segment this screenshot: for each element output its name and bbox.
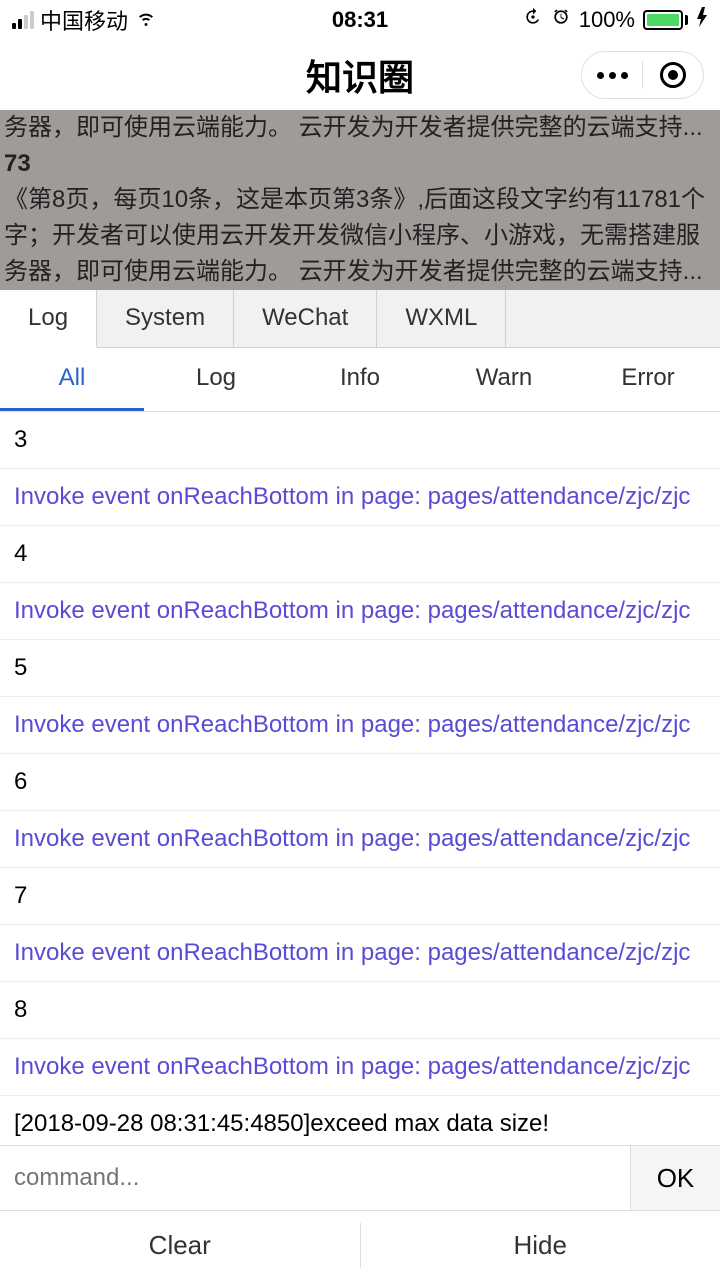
signal-icon	[12, 11, 34, 29]
bg-number: 73	[4, 146, 716, 182]
main-tabs: Log System WeChat WXML	[0, 290, 720, 348]
status-bar: 中国移动 08:31 100%	[0, 0, 720, 40]
log-row[interactable]: Invoke event onReachBottom in page: page…	[0, 811, 720, 868]
dots-icon	[597, 72, 628, 79]
bg-line: 务器，即可使用云端能力。 云开发为开发者提供完整的云端支持...	[4, 110, 716, 146]
carrier-label: 中国移动	[40, 4, 128, 36]
tab-wxml[interactable]: WXML	[377, 290, 506, 347]
charging-icon	[696, 7, 708, 33]
subtab-warn[interactable]: Warn	[432, 348, 576, 411]
log-row[interactable]: Invoke event onReachBottom in page: page…	[0, 697, 720, 754]
log-row[interactable]: 8	[0, 982, 720, 1039]
ok-button[interactable]: OK	[630, 1146, 720, 1210]
bg-line: 《第8页，每页10条，这是本页第3条》,后面这段文字约有11781个字；开发者可…	[4, 182, 716, 290]
subtab-error[interactable]: Error	[576, 348, 720, 411]
close-button[interactable]	[643, 51, 703, 99]
sub-tabs: All Log Info Warn Error	[0, 348, 720, 412]
lock-rotation-icon	[523, 7, 543, 33]
command-bar: OK	[0, 1145, 720, 1210]
background-content: 务器，即可使用云端能力。 云开发为开发者提供完整的云端支持... 73 《第8页…	[0, 110, 720, 290]
battery-icon	[643, 10, 688, 30]
command-input[interactable]	[0, 1146, 630, 1210]
log-row[interactable]: Invoke event onReachBottom in page: page…	[0, 469, 720, 526]
page-title: 知识圈	[306, 49, 414, 101]
clear-button[interactable]: Clear	[0, 1211, 360, 1280]
subtab-all[interactable]: All	[0, 348, 144, 411]
log-row[interactable]: 6	[0, 754, 720, 811]
status-time: 08:31	[332, 7, 388, 33]
battery-pct: 100%	[579, 7, 635, 33]
log-row[interactable]: 5	[0, 640, 720, 697]
target-icon	[660, 62, 686, 88]
bottom-bar: Clear Hide	[0, 1210, 720, 1280]
tab-wechat[interactable]: WeChat	[234, 290, 377, 347]
nav-bar: 知识圈	[0, 40, 720, 110]
subtab-log[interactable]: Log	[144, 348, 288, 411]
log-row[interactable]: Invoke event onReachBottom in page: page…	[0, 1039, 720, 1096]
log-row[interactable]: 7	[0, 868, 720, 925]
menu-button[interactable]	[582, 51, 642, 99]
status-right: 100%	[523, 7, 708, 33]
hide-button[interactable]: Hide	[361, 1211, 720, 1280]
subtab-info[interactable]: Info	[288, 348, 432, 411]
tab-system[interactable]: System	[97, 290, 234, 347]
capsule	[581, 51, 704, 99]
status-left: 中国移动	[12, 4, 158, 36]
alarm-icon	[551, 7, 571, 33]
log-row[interactable]: Invoke event onReachBottom in page: page…	[0, 925, 720, 982]
log-row[interactable]: Invoke event onReachBottom in page: page…	[0, 583, 720, 640]
log-row[interactable]: 3	[0, 412, 720, 469]
tab-log[interactable]: Log	[0, 290, 97, 348]
wifi-icon	[134, 5, 158, 35]
log-row[interactable]: 4	[0, 526, 720, 583]
